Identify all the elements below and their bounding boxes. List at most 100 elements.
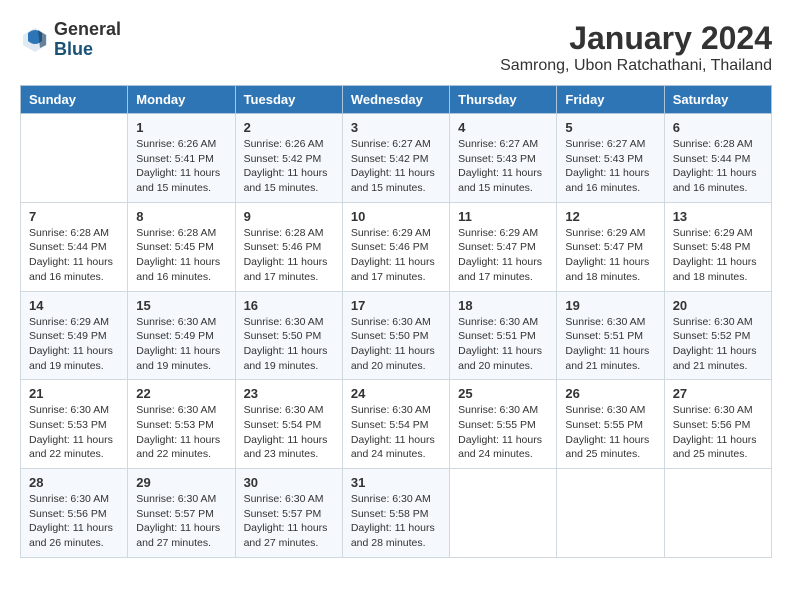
calendar-cell: 30 Sunrise: 6:30 AM Sunset: 5:57 PM Dayl…: [235, 469, 342, 558]
daylight-label: Daylight: 11 hours and 20 minutes.: [351, 345, 435, 372]
daylight-label: Daylight: 11 hours and 28 minutes.: [351, 522, 435, 549]
calendar-cell: [664, 469, 771, 558]
day-number: 13: [673, 209, 763, 224]
sunset-label: Sunset: 5:47 PM: [565, 241, 643, 253]
sunrise-label: Sunrise: 6:28 AM: [673, 138, 753, 150]
sunrise-label: Sunrise: 6:30 AM: [29, 404, 109, 416]
day-info: Sunrise: 6:30 AM Sunset: 5:53 PM Dayligh…: [29, 403, 119, 462]
sunrise-label: Sunrise: 6:29 AM: [673, 227, 753, 239]
day-info: Sunrise: 6:30 AM Sunset: 5:56 PM Dayligh…: [673, 403, 763, 462]
day-number: 14: [29, 298, 119, 313]
sunrise-label: Sunrise: 6:29 AM: [565, 227, 645, 239]
calendar-week-2: 7 Sunrise: 6:28 AM Sunset: 5:44 PM Dayli…: [21, 202, 772, 291]
sunrise-label: Sunrise: 6:28 AM: [244, 227, 324, 239]
calendar-cell: [557, 469, 664, 558]
calendar-cell: 13 Sunrise: 6:29 AM Sunset: 5:48 PM Dayl…: [664, 202, 771, 291]
day-info: Sunrise: 6:29 AM Sunset: 5:47 PM Dayligh…: [565, 226, 655, 285]
daylight-label: Daylight: 11 hours and 18 minutes.: [673, 256, 757, 283]
sunrise-label: Sunrise: 6:26 AM: [244, 138, 324, 150]
day-info: Sunrise: 6:30 AM Sunset: 5:53 PM Dayligh…: [136, 403, 226, 462]
day-info: Sunrise: 6:28 AM Sunset: 5:46 PM Dayligh…: [244, 226, 334, 285]
daylight-label: Daylight: 11 hours and 17 minutes.: [351, 256, 435, 283]
calendar-cell: 31 Sunrise: 6:30 AM Sunset: 5:58 PM Dayl…: [342, 469, 449, 558]
calendar-cell: 5 Sunrise: 6:27 AM Sunset: 5:43 PM Dayli…: [557, 114, 664, 203]
sunrise-label: Sunrise: 6:29 AM: [29, 316, 109, 328]
sunrise-label: Sunrise: 6:30 AM: [458, 316, 538, 328]
day-number: 11: [458, 209, 548, 224]
sunset-label: Sunset: 5:57 PM: [136, 508, 214, 520]
daylight-label: Daylight: 11 hours and 15 minutes.: [244, 167, 328, 194]
col-tuesday: Tuesday: [235, 86, 342, 114]
col-wednesday: Wednesday: [342, 86, 449, 114]
daylight-label: Daylight: 11 hours and 22 minutes.: [29, 434, 113, 461]
day-number: 28: [29, 475, 119, 490]
sunrise-label: Sunrise: 6:28 AM: [29, 227, 109, 239]
daylight-label: Daylight: 11 hours and 19 minutes.: [29, 345, 113, 372]
sunrise-label: Sunrise: 6:30 AM: [458, 404, 538, 416]
sunrise-label: Sunrise: 6:30 AM: [136, 316, 216, 328]
sunrise-label: Sunrise: 6:27 AM: [351, 138, 431, 150]
calendar-week-5: 28 Sunrise: 6:30 AM Sunset: 5:56 PM Dayl…: [21, 469, 772, 558]
month-title: January 2024: [500, 20, 772, 57]
daylight-label: Daylight: 11 hours and 20 minutes.: [458, 345, 542, 372]
calendar-cell: 8 Sunrise: 6:28 AM Sunset: 5:45 PM Dayli…: [128, 202, 235, 291]
day-info: Sunrise: 6:28 AM Sunset: 5:45 PM Dayligh…: [136, 226, 226, 285]
sunset-label: Sunset: 5:41 PM: [136, 153, 214, 165]
sunrise-label: Sunrise: 6:26 AM: [136, 138, 216, 150]
day-info: Sunrise: 6:27 AM Sunset: 5:43 PM Dayligh…: [565, 137, 655, 196]
calendar-cell: 12 Sunrise: 6:29 AM Sunset: 5:47 PM Dayl…: [557, 202, 664, 291]
day-info: Sunrise: 6:28 AM Sunset: 5:44 PM Dayligh…: [673, 137, 763, 196]
calendar-cell: 17 Sunrise: 6:30 AM Sunset: 5:50 PM Dayl…: [342, 291, 449, 380]
logo-text: General Blue: [54, 20, 121, 60]
day-number: 7: [29, 209, 119, 224]
calendar-cell: 4 Sunrise: 6:27 AM Sunset: 5:43 PM Dayli…: [450, 114, 557, 203]
calendar-header: Sunday Monday Tuesday Wednesday Thursday…: [21, 86, 772, 114]
day-number: 25: [458, 386, 548, 401]
day-info: Sunrise: 6:30 AM Sunset: 5:50 PM Dayligh…: [244, 315, 334, 374]
calendar-cell: 28 Sunrise: 6:30 AM Sunset: 5:56 PM Dayl…: [21, 469, 128, 558]
sunrise-label: Sunrise: 6:28 AM: [136, 227, 216, 239]
daylight-label: Daylight: 11 hours and 19 minutes.: [136, 345, 220, 372]
sunrise-label: Sunrise: 6:30 AM: [673, 316, 753, 328]
calendar-cell: [21, 114, 128, 203]
calendar-cell: 19 Sunrise: 6:30 AM Sunset: 5:51 PM Dayl…: [557, 291, 664, 380]
calendar-table: Sunday Monday Tuesday Wednesday Thursday…: [20, 85, 772, 558]
day-info: Sunrise: 6:29 AM Sunset: 5:49 PM Dayligh…: [29, 315, 119, 374]
day-info: Sunrise: 6:27 AM Sunset: 5:42 PM Dayligh…: [351, 137, 441, 196]
daylight-label: Daylight: 11 hours and 19 minutes.: [244, 345, 328, 372]
day-number: 23: [244, 386, 334, 401]
calendar-body: 1 Sunrise: 6:26 AM Sunset: 5:41 PM Dayli…: [21, 114, 772, 558]
col-thursday: Thursday: [450, 86, 557, 114]
sunset-label: Sunset: 5:55 PM: [565, 419, 643, 431]
day-number: 19: [565, 298, 655, 313]
calendar-week-1: 1 Sunrise: 6:26 AM Sunset: 5:41 PM Dayli…: [21, 114, 772, 203]
sunset-label: Sunset: 5:50 PM: [351, 330, 429, 342]
day-info: Sunrise: 6:30 AM Sunset: 5:56 PM Dayligh…: [29, 492, 119, 551]
daylight-label: Daylight: 11 hours and 18 minutes.: [565, 256, 649, 283]
calendar-cell: 15 Sunrise: 6:30 AM Sunset: 5:49 PM Dayl…: [128, 291, 235, 380]
calendar-cell: 18 Sunrise: 6:30 AM Sunset: 5:51 PM Dayl…: [450, 291, 557, 380]
sunset-label: Sunset: 5:53 PM: [29, 419, 107, 431]
daylight-label: Daylight: 11 hours and 24 minutes.: [458, 434, 542, 461]
calendar-cell: 29 Sunrise: 6:30 AM Sunset: 5:57 PM Dayl…: [128, 469, 235, 558]
col-monday: Monday: [128, 86, 235, 114]
day-info: Sunrise: 6:26 AM Sunset: 5:42 PM Dayligh…: [244, 137, 334, 196]
sunset-label: Sunset: 5:44 PM: [673, 153, 751, 165]
sunrise-label: Sunrise: 6:30 AM: [136, 404, 216, 416]
day-number: 29: [136, 475, 226, 490]
daylight-label: Daylight: 11 hours and 27 minutes.: [136, 522, 220, 549]
daylight-label: Daylight: 11 hours and 25 minutes.: [565, 434, 649, 461]
sunset-label: Sunset: 5:51 PM: [458, 330, 536, 342]
day-number: 18: [458, 298, 548, 313]
sunrise-label: Sunrise: 6:29 AM: [351, 227, 431, 239]
calendar-cell: 11 Sunrise: 6:29 AM Sunset: 5:47 PM Dayl…: [450, 202, 557, 291]
calendar-cell: 9 Sunrise: 6:28 AM Sunset: 5:46 PM Dayli…: [235, 202, 342, 291]
sunrise-label: Sunrise: 6:27 AM: [565, 138, 645, 150]
calendar-week-3: 14 Sunrise: 6:29 AM Sunset: 5:49 PM Dayl…: [21, 291, 772, 380]
day-number: 21: [29, 386, 119, 401]
title-section: January 2024 Samrong, Ubon Ratchathani, …: [500, 20, 772, 75]
daylight-label: Daylight: 11 hours and 17 minutes.: [458, 256, 542, 283]
day-info: Sunrise: 6:27 AM Sunset: 5:43 PM Dayligh…: [458, 137, 548, 196]
calendar-week-4: 21 Sunrise: 6:30 AM Sunset: 5:53 PM Dayl…: [21, 380, 772, 469]
calendar-cell: 23 Sunrise: 6:30 AM Sunset: 5:54 PM Dayl…: [235, 380, 342, 469]
